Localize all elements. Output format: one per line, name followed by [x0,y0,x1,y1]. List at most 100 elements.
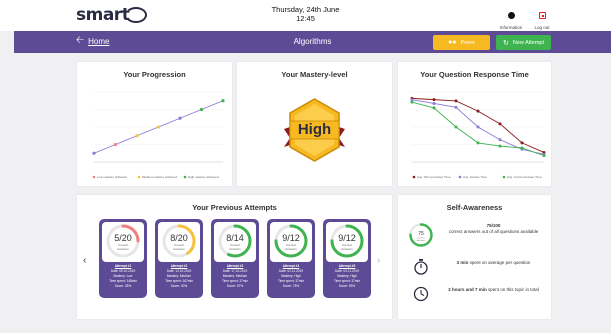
attempt-score-caption: Correct Answers [326,243,368,251]
information-label: Information [499,25,523,30]
progression-point [156,125,161,129]
logout-icon [538,12,546,19]
new-attempt-label: New Attempt [512,39,545,46]
carousel-prev-icon[interactable]: ‹ [83,255,86,266]
attempt-details: Attempt #1 Date: 09.10.2019 Mastery: Low Ti… [99,264,147,289]
logout-button[interactable]: Log out [527,6,557,30]
attempt-card[interactable]: 9/12 Correct Answers Attempt #5 Date: 04.11.… [323,219,371,298]
series-point [432,101,436,105]
attempt-card[interactable]: 8/14 Correct Answers Attempt #3 Date: 17.10.… [211,219,259,298]
attempt-details: Attempt #2 Date: 14.10.2019 Mastery: Mediu… [155,264,203,289]
attempt-details: Attempt #4 Date: 02.11.2019 Mastery: High T… [267,264,315,289]
attempt-details: Attempt #5 Date: 04.11.2019 Mastery: High T… [323,264,371,289]
series-point [454,125,458,129]
attempt-percent: Score: 93% [338,284,356,288]
attempt-score-panel: 9/12 Correct Answers [270,222,312,262]
stat-average-value: 3 min [456,260,469,265]
attempt-caption-line2: Answers [285,246,297,251]
self-awareness-row-correct: 75 Correct Answers 75/100 correct answers … [408,222,548,248]
attempts-card: Your Previous Attempts ‹ › 5/20 Correct An… [77,195,392,319]
series-point [476,141,480,145]
correct-answers-ring: 75CorrectAnswers [409,223,433,247]
attempt-caption-line2: Answers [229,246,241,251]
series-point [476,109,480,113]
attempt-score-panel: 8/20 Correct Answers [158,222,200,262]
attempt-score: 9/12 [282,233,300,243]
stat-total-value: 2 hours and 7 min [448,287,487,292]
attempt-caption-line2: Answers [341,246,353,251]
series-point [498,138,502,142]
new-attempt-button[interactable]: ↻ New Attempt [496,35,551,50]
progression-point [221,99,225,103]
progression-point [178,116,182,120]
attempt-score: 9/12 [338,233,356,243]
legend-label: Avg. Answer Time [463,175,487,179]
peers-icon: ●● [448,39,457,46]
mastery-level: High [297,121,332,138]
series-point [476,125,480,129]
series-point [520,146,524,150]
attempt-score: 8/14 [226,233,244,243]
top-bar: smart Thursday, 24th June 12:45 Informat… [0,0,611,31]
attempt-card[interactable]: 9/12 Correct Answers Attempt #4 Date: 02.11.… [267,219,315,298]
series-point [432,106,436,110]
self-awareness-card: Self-Awareness 75 Correct Answers 75/100 c… [398,195,551,319]
series-point [520,141,524,145]
legend-label: High mastery achieved [188,175,219,179]
stat-total: 2 hours and 7 min spent on this topic in… [441,287,546,293]
self-awareness-row-average: 3 min spent on average per question [408,257,548,277]
attempt-caption-line2: Answers [173,246,185,251]
legend-marker [412,175,416,179]
legend-marker [92,175,96,179]
legend-marker [137,175,141,179]
progression-card: Your Progression Low mastery achieved Med… [77,62,232,186]
stat-average: 3 min spent on average per question [441,260,546,266]
attempt-score: 5/20 [114,233,132,243]
legend-marker [183,175,187,179]
mastery-card: Your Mastery-level High [237,62,392,186]
attempt-score-caption: Correct Answers [270,243,312,251]
series-point [454,99,458,103]
response-time-chart: Avg. Wrong Answer Time Avg. Answer Time Av… [410,91,546,179]
logout-label: Log out [534,25,550,30]
attempt-percent: Score: 57% [226,284,244,288]
attempt-card[interactable]: 5/20 Correct Answers Attempt #1 Date: 09.10.… [99,219,147,298]
progression-point [199,107,204,112]
attempt-score-panel: 8/14 Correct Answers [214,222,256,262]
peers-label: Peers [460,39,475,46]
series-point [410,100,414,104]
information-button[interactable]: Information [496,6,526,30]
attempt-percent: Score: 40% [170,284,188,288]
legend-marker [458,175,462,179]
stat-correct-text: correct answers out of all questions ava… [448,229,539,234]
series-point [454,105,458,109]
self-awareness-row-total: 2 hours and 7 min spent on this topic in… [408,284,548,304]
stat-total-text: spent on this topic in total [488,287,539,292]
legend-label: Medium mastery achieved [142,175,177,179]
series-point [498,122,502,126]
attempt-percent: Score: 75% [282,284,300,288]
attempt-score-panel: 5/20 Correct Answers [102,222,144,262]
carousel-next-icon[interactable]: › [377,255,380,266]
refresh-icon: ↻ [502,39,509,47]
legend-label: Avg. Wrong Answer Time [417,175,451,179]
attempt-score-panel: 9/12 Correct Answers [326,222,368,262]
legend-marker [502,175,506,179]
response-time-card: Your Question Response Time Avg. Wrong A… [398,62,551,186]
progression-point [92,151,96,155]
attempt-score-caption: Correct Answers [158,243,200,251]
series-point [432,98,436,102]
stopwatch-icon [414,259,428,275]
ring-caption-2: Answers [417,239,426,242]
peers-button[interactable]: ●● Peers [433,35,490,50]
series-point [498,144,502,148]
progression-chart: Low mastery achieved Medium mastery achie… [92,91,225,179]
attempt-score: 8/20 [170,233,188,243]
stat-average-text: spent on average per question [469,260,531,265]
progression-point [135,134,139,138]
stat-correct-value: 75/100 [486,223,501,228]
attempt-card[interactable]: 8/20 Correct Answers Attempt #2 Date: 14.10.… [155,219,203,298]
legend-label: Avg. Correct Answer Time [507,175,542,179]
attempt-details: Attempt #3 Date: 17.10.2019 Mastery: Mediu… [211,264,259,289]
info-icon [507,12,515,19]
